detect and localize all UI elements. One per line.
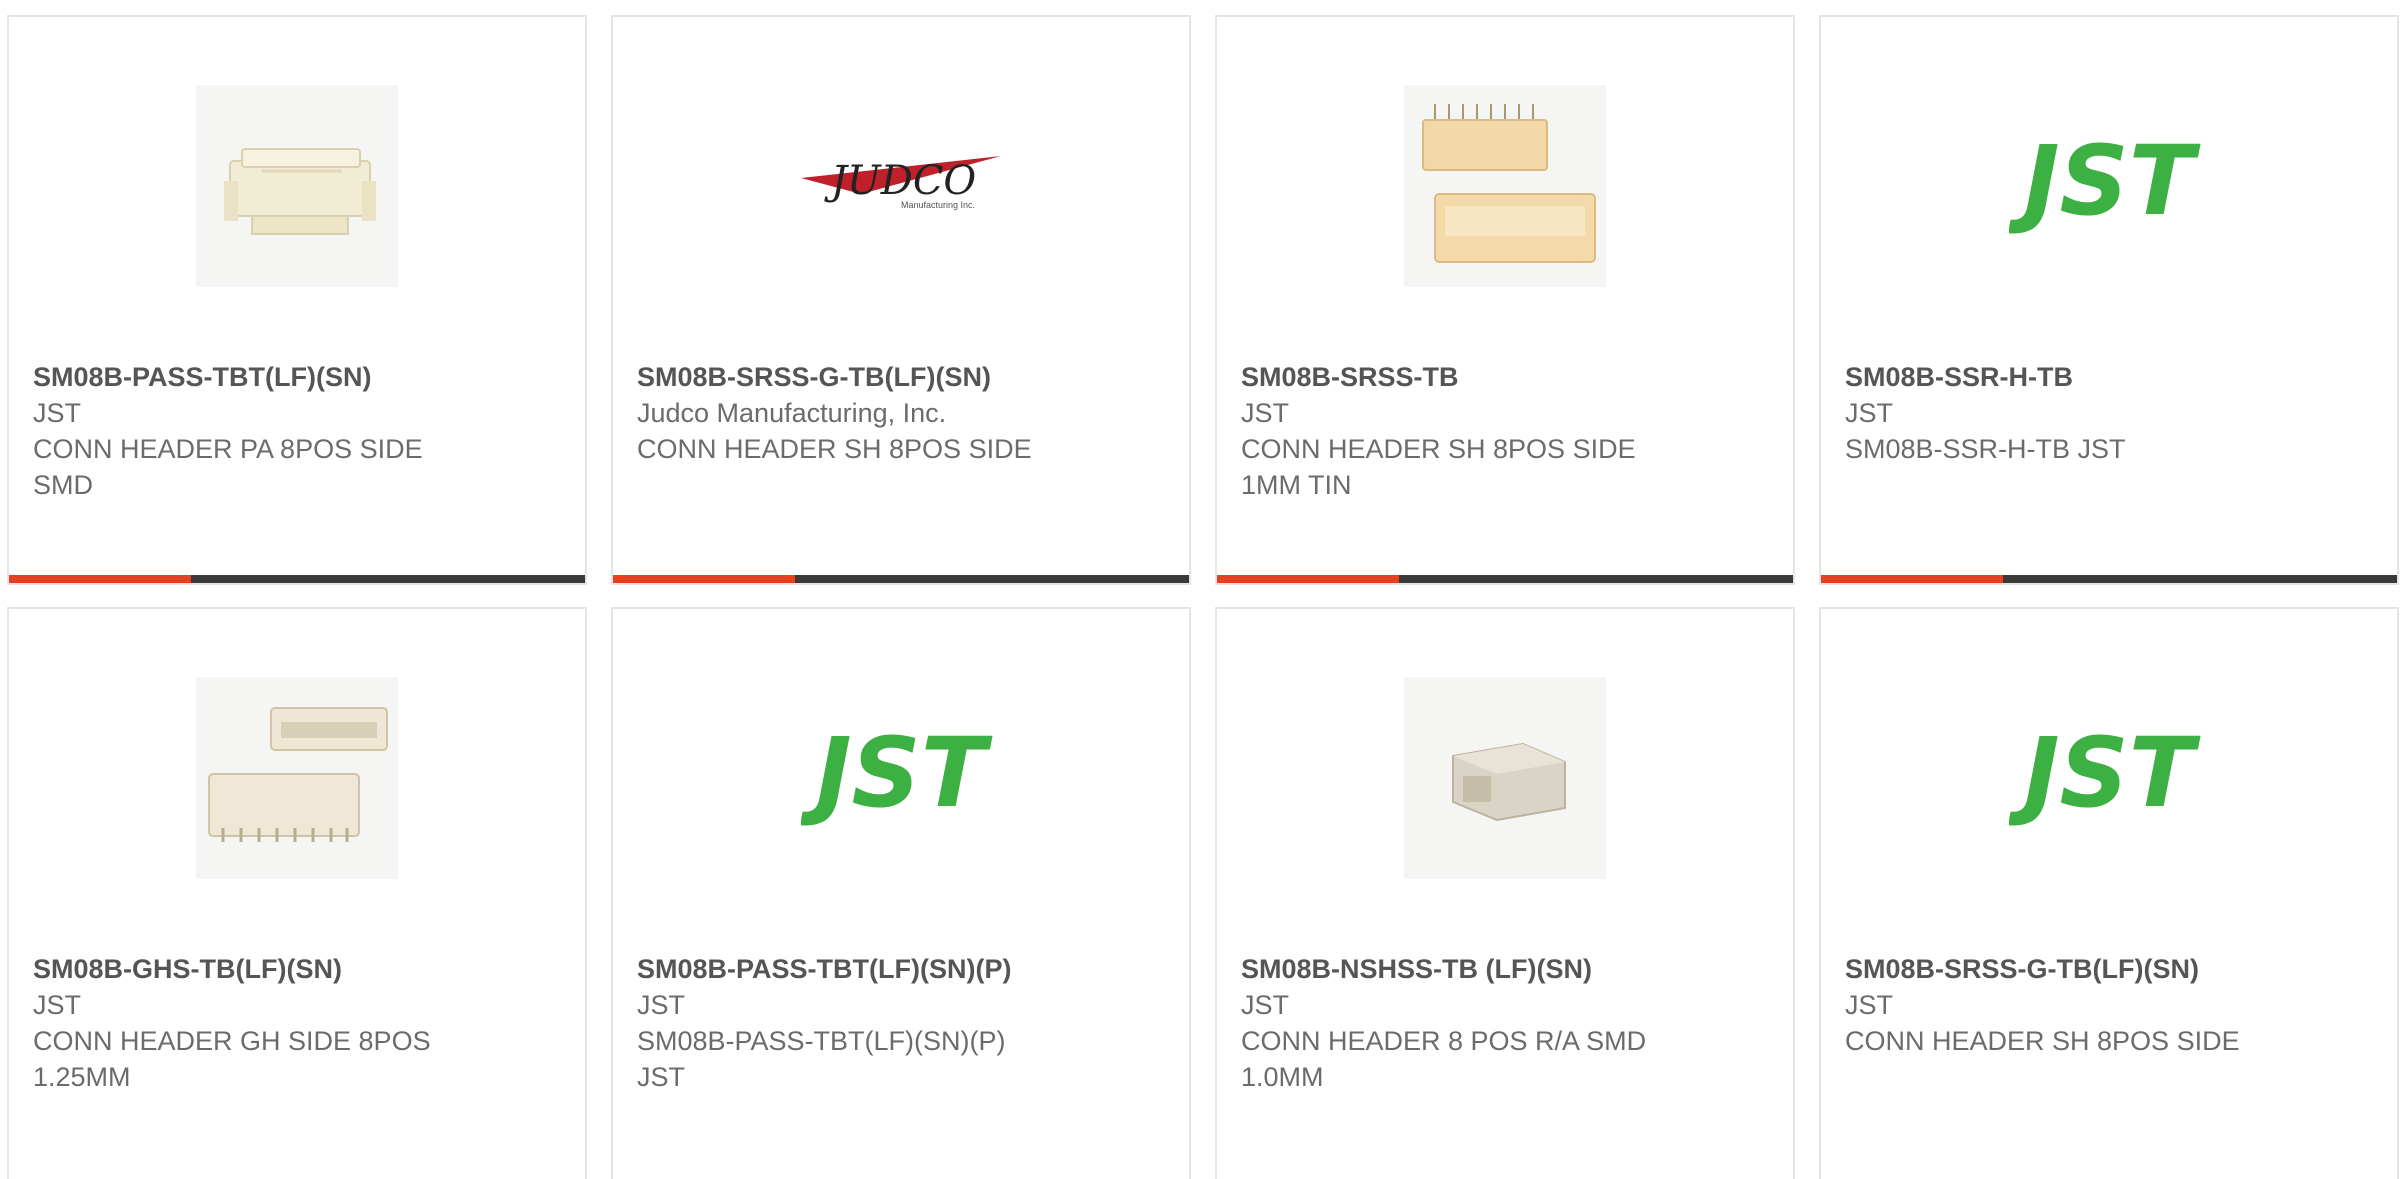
- product-card[interactable]: SM08B-NSHSS-TB (LF)(SN) JST CONN HEADER …: [1215, 607, 1795, 1179]
- accent-bar: [1821, 575, 2003, 583]
- svg-text:JST: JST: [801, 728, 993, 828]
- product-image[interactable]: JST: [800, 677, 1002, 879]
- part-number[interactable]: SM08B-SRSS-G-TB(LF)(SN): [1845, 951, 2373, 987]
- part-number[interactable]: SM08B-SRSS-G-TB(LF)(SN): [637, 359, 1165, 395]
- product-info: SM08B-PASS-TBT(LF)(SN) JST CONN HEADER P…: [33, 359, 561, 503]
- product-card[interactable]: JUDCO Manufacturing Inc. SM08B-SRSS-G-TB…: [611, 15, 1191, 585]
- jst-logo-icon: JST: [2009, 136, 2201, 236]
- part-number[interactable]: SM08B-SRSS-TB: [1241, 359, 1769, 395]
- svg-text:Manufacturing Inc.: Manufacturing Inc.: [901, 200, 975, 210]
- product-info: SM08B-SSR-H-TB JST SM08B-SSR-H-TB JST: [1845, 359, 2373, 467]
- svg-text:JUDCO: JUDCO: [824, 158, 976, 204]
- product-card[interactable]: SM08B-PASS-TBT(LF)(SN) JST CONN HEADER P…: [7, 15, 587, 585]
- connector-image-icon: [208, 707, 388, 842]
- manufacturer: JST: [33, 990, 82, 1020]
- card-bottom-bar: [613, 575, 1189, 583]
- card-bottom-bar: [1821, 575, 2397, 583]
- manufacturer: Judco Manufacturing, Inc.: [637, 398, 947, 428]
- card-bottom-bar: [1217, 575, 1793, 583]
- product-info: SM08B-SRSS-TB JST CONN HEADER SH 8POS SI…: [1241, 359, 1769, 503]
- product-image[interactable]: [1404, 677, 1606, 879]
- part-number[interactable]: SM08B-GHS-TB(LF)(SN): [33, 951, 561, 987]
- product-image[interactable]: JST: [2008, 677, 2210, 879]
- judco-logo-icon: JUDCO Manufacturing Inc.: [801, 156, 1001, 210]
- jst-logo-icon: JST: [2009, 728, 2201, 828]
- description: CONN HEADER PA 8POS SIDE SMD: [33, 434, 423, 500]
- connector-image-icon: [1422, 104, 1596, 263]
- product-card[interactable]: JST SM08B-SSR-H-TB JST SM08B-SSR-H-TB JS…: [1819, 15, 2399, 585]
- product-card[interactable]: SM08B-SRSS-TB JST CONN HEADER SH 8POS SI…: [1215, 15, 1795, 585]
- connector-image-icon: [224, 148, 376, 235]
- manufacturer: JST: [1241, 990, 1290, 1020]
- manufacturer: JST: [637, 990, 686, 1020]
- product-info: SM08B-SRSS-G-TB(LF)(SN) Judco Manufactur…: [637, 359, 1165, 467]
- manufacturer: JST: [33, 398, 82, 428]
- accent-bar: [9, 575, 191, 583]
- product-card[interactable]: SM08B-GHS-TB(LF)(SN) JST CONN HEADER GH …: [7, 607, 587, 1179]
- description: CONN HEADER SH 8POS SIDE: [1845, 1026, 2240, 1056]
- description: CONN HEADER GH SIDE 8POS 1.25MM: [33, 1026, 431, 1092]
- connector-image-icon: [1452, 742, 1566, 822]
- description: CONN HEADER SH 8POS SIDE 1MM TIN: [1241, 434, 1636, 500]
- part-number[interactable]: SM08B-SSR-H-TB: [1845, 359, 2373, 395]
- accent-bar: [613, 575, 795, 583]
- product-image[interactable]: [1404, 85, 1606, 287]
- description: CONN HEADER SH 8POS SIDE: [637, 434, 1032, 464]
- product-image[interactable]: JST: [2008, 85, 2210, 287]
- jst-logo-icon: JST: [801, 728, 993, 828]
- manufacturer: JST: [1241, 398, 1290, 428]
- card-bottom-bar: [9, 575, 585, 583]
- manufacturer: JST: [1845, 398, 1894, 428]
- svg-text:JST: JST: [2009, 136, 2201, 236]
- product-image[interactable]: JUDCO Manufacturing Inc.: [800, 85, 1002, 287]
- part-number[interactable]: SM08B-NSHSS-TB (LF)(SN): [1241, 951, 1769, 987]
- part-number[interactable]: SM08B-PASS-TBT(LF)(SN): [33, 359, 561, 395]
- description: CONN HEADER 8 POS R/A SMD 1.0MM: [1241, 1026, 1647, 1092]
- manufacturer: JST: [1845, 990, 1894, 1020]
- product-info: SM08B-PASS-TBT(LF)(SN)(P) JST SM08B-PASS…: [637, 951, 1165, 1095]
- description: SM08B-PASS-TBT(LF)(SN)(P) JST: [637, 1026, 1006, 1092]
- product-card[interactable]: JST SM08B-PASS-TBT(LF)(SN)(P) JST SM08B-…: [611, 607, 1191, 1179]
- product-card[interactable]: JST SM08B-SRSS-G-TB(LF)(SN) JST CONN HEA…: [1819, 607, 2399, 1179]
- svg-text:JST: JST: [2009, 728, 2201, 828]
- description: SM08B-SSR-H-TB JST: [1845, 434, 2126, 464]
- product-image[interactable]: [196, 85, 398, 287]
- product-info: SM08B-NSHSS-TB (LF)(SN) JST CONN HEADER …: [1241, 951, 1769, 1095]
- product-info: SM08B-GHS-TB(LF)(SN) JST CONN HEADER GH …: [33, 951, 561, 1095]
- product-grid: SM08B-PASS-TBT(LF)(SN) JST CONN HEADER P…: [7, 15, 2400, 1179]
- product-image[interactable]: [196, 677, 398, 879]
- part-number[interactable]: SM08B-PASS-TBT(LF)(SN)(P): [637, 951, 1165, 987]
- product-info: SM08B-SRSS-G-TB(LF)(SN) JST CONN HEADER …: [1845, 951, 2373, 1059]
- accent-bar: [1217, 575, 1399, 583]
